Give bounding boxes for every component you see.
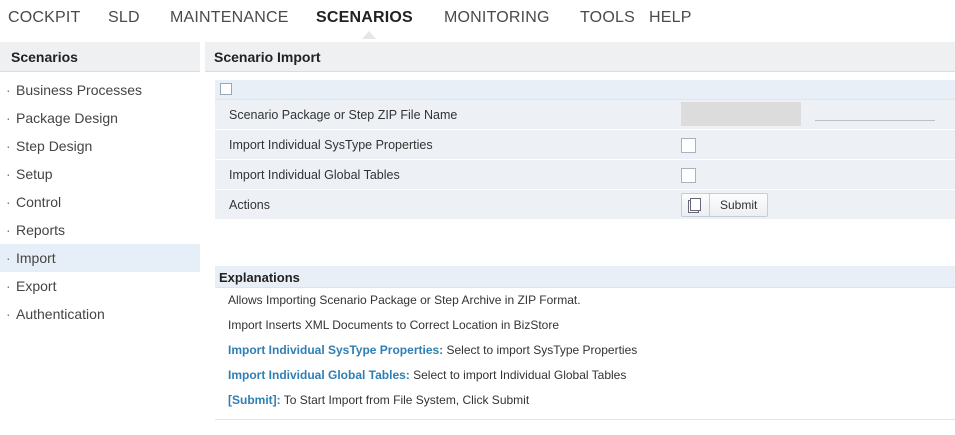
sidebar-item-label: Control [16,194,62,210]
nav-cockpit[interactable]: COCKPIT [8,9,81,27]
systype-label: Import Individual SysType Properties [229,138,433,152]
explanations-title: Explanations [215,266,955,288]
sidebar-item-control[interactable]: · Control [0,188,200,216]
explanation-keyword: Import Individual Global Tables: [228,368,410,382]
explanation-line: Allows Importing Scenario Package or Ste… [228,293,581,307]
nav-help[interactable]: HELP [649,9,692,27]
explanation-line: [Submit]: To Start Import from File Syst… [215,388,955,413]
form-header-bar [215,80,955,100]
zip-file-label: Scenario Package or Step ZIP File Name [229,108,458,122]
sidebar-item-label: Reports [16,222,66,238]
zip-file-input[interactable] [681,102,801,126]
sidebar-title: Scenarios [0,42,200,72]
sidebar-item-package-design[interactable]: · Package Design [0,104,200,132]
sidebar-item-step-design[interactable]: · Step Design [0,132,200,160]
zip-file-underline [815,120,935,121]
sidebar-item-label: Step Design [16,138,93,154]
systype-checkbox[interactable] [681,138,696,153]
divider [215,419,955,420]
actions-row: Actions Submit [215,190,955,220]
nav-maintenance[interactable]: MAINTENANCE [170,9,289,27]
actions-label: Actions [229,198,270,212]
top-navigation: COCKPIT SLD MAINTENANCE SCENARIOS MONITO… [0,0,955,40]
copy-pages-icon[interactable] [682,194,710,216]
page-title: Scenario Import [205,42,955,72]
nav-sld[interactable]: SLD [108,9,140,27]
sidebar-item-reports[interactable]: · Reports [0,216,200,244]
explanations-panel: Explanations Allows Importing Scenario P… [215,266,955,420]
sidebar-item-label: Authentication [16,306,105,322]
sidebar-item-business-processes[interactable]: · Business Processes [0,76,200,104]
sidebar: Scenarios · Business Processes · Package D… [0,42,200,435]
systype-row: Import Individual SysType Properties [215,130,955,160]
sidebar-item-label: Import [16,250,56,266]
explanation-line: Import Individual SysType Properties: Se… [215,338,955,363]
global-tables-label: Import Individual Global Tables [229,168,400,182]
explanation-text: To Start Import from File System, Click … [280,393,530,407]
global-tables-checkbox[interactable] [681,168,696,183]
sidebar-item-label: Setup [16,166,53,182]
collapse-square-icon[interactable] [220,83,232,95]
explanation-text: Select to import Individual Global Table… [409,368,627,382]
nav-monitoring[interactable]: MONITORING [444,9,550,27]
active-nav-caret [362,31,376,39]
sidebar-item-label: Package Design [16,110,118,126]
sidebar-item-authentication[interactable]: · Authentication [0,300,200,328]
sidebar-item-export[interactable]: · Export [0,272,200,300]
import-form: Scenario Package or Step ZIP File Name I… [215,80,955,220]
sidebar-item-label: Business Processes [16,82,143,98]
sidebar-item-setup[interactable]: · Setup [0,160,200,188]
sidebar-item-label: Export [16,278,57,294]
zip-file-row: Scenario Package or Step ZIP File Name [215,100,955,130]
explanation-keyword: [Submit]: [228,393,281,407]
explanation-text: Select to import SysType Properties [443,343,638,357]
sidebar-list: · Business Processes · Package Design · Ste… [0,76,200,328]
nav-scenarios[interactable]: SCENARIOS [316,9,413,27]
explanation-keyword: Import Individual SysType Properties: [228,343,444,357]
submit-button[interactable]: Submit [710,194,767,216]
sidebar-item-import[interactable]: · Import [0,244,200,272]
global-tables-row: Import Individual Global Tables [215,160,955,190]
main-panel: Scenario Import Scenario Package or Step… [205,42,955,435]
actions-button-group: Submit [681,193,769,217]
explanation-line: Import Individual Global Tables: Select … [215,363,955,388]
nav-tools[interactable]: TOOLS [580,9,635,27]
explanation-line: Import Inserts XML Documents to Correct … [228,318,560,332]
